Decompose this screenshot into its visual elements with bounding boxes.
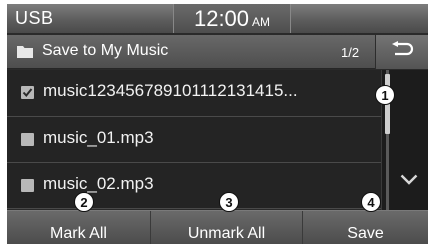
checkmark-icon	[22, 88, 33, 98]
checkbox[interactable]	[21, 133, 34, 146]
list-item[interactable]: music_01.mp3	[7, 117, 381, 163]
scroll-down-button[interactable]	[390, 162, 428, 200]
page-title: Save to My Music	[42, 42, 169, 59]
page-indicator: 1/2	[341, 45, 360, 60]
callout-marker: 2	[74, 192, 94, 212]
callout-marker: 3	[219, 192, 239, 212]
save-button[interactable]: Save	[302, 211, 428, 244]
list-item-label: music123456789101112131415...	[43, 81, 298, 100]
callout-marker: 1	[375, 85, 395, 105]
unmark-all-button[interactable]: Unmark All	[150, 211, 302, 244]
bottom-button-bar: Mark All Unmark All Save	[7, 210, 428, 244]
list-item-label: music_02.mp3	[43, 174, 154, 193]
checkbox-checked[interactable]	[21, 86, 34, 99]
back-arrow-icon	[390, 40, 414, 64]
callout-marker: 4	[361, 192, 381, 212]
save-label: Save	[347, 225, 384, 242]
mark-all-button[interactable]: Mark All	[7, 211, 150, 244]
checkbox[interactable]	[21, 179, 34, 192]
status-bar: USB 12:00 AM	[7, 4, 428, 34]
back-button[interactable]	[375, 35, 428, 69]
clock-ampm: AM	[252, 15, 271, 29]
unmark-all-label: Unmark All	[187, 225, 266, 242]
clock: 12:00 AM	[173, 4, 291, 33]
source-label: USB	[15, 8, 54, 28]
chevron-down-icon	[400, 172, 418, 190]
list-item[interactable]: music123456789101112131415...	[7, 70, 381, 117]
file-list: music123456789101112131415... music_01.m…	[7, 70, 381, 210]
header-bar: Save to My Music 1/2	[7, 35, 428, 69]
folder-icon	[17, 45, 33, 58]
mark-all-label: Mark All	[50, 225, 107, 242]
list-item[interactable]: music_02.mp3	[7, 163, 381, 209]
clock-time: 12:00	[193, 6, 250, 31]
list-item-label: music_01.mp3	[43, 128, 154, 147]
